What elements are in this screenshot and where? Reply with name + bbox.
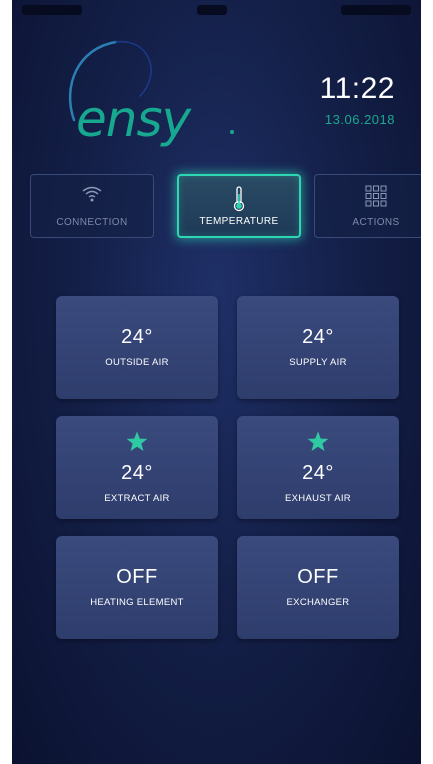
tile-label: OUTSIDE AIR	[105, 357, 169, 368]
status-right	[341, 4, 411, 18]
tile-value: OFF	[297, 566, 339, 588]
tile-extract-air[interactable]: 24° EXTRACT AIR	[56, 416, 218, 519]
tab-connection[interactable]: CONNECTION	[30, 174, 154, 238]
tile-heating-element[interactable]: OFF HEATING ELEMENT	[56, 536, 218, 639]
tab-bar: CONNECTION TEMPERATURE ACTIONS	[30, 174, 421, 240]
tab-label: TEMPERATURE	[199, 216, 279, 227]
clock-time: 11:22	[319, 72, 395, 105]
clock: 11:22 13.06.2018	[319, 72, 395, 128]
tab-label: CONNECTION	[56, 217, 128, 228]
thermometer-icon	[232, 186, 246, 217]
clock-date: 13.06.2018	[324, 112, 395, 127]
ensy-logo: ensy	[58, 38, 258, 158]
tile-supply-air[interactable]: 24° SUPPLY AIR	[237, 296, 399, 399]
app-screen: ensy 11:22 13.06.2018 CONNECTION TEMPERA…	[12, 0, 421, 764]
status-center	[196, 4, 227, 18]
tile-value: 24°	[302, 326, 334, 348]
tile-label: EXCHANGER	[286, 597, 350, 608]
tile-value: 24°	[121, 462, 153, 484]
tile-label: SUPPLY AIR	[289, 357, 347, 368]
tab-temperature[interactable]: TEMPERATURE	[177, 174, 301, 238]
tile-outside-air[interactable]: 24° OUTSIDE AIR	[56, 296, 218, 399]
tile-label: HEATING ELEMENT	[90, 597, 184, 608]
tile-value: 24°	[121, 326, 153, 348]
status-left	[22, 4, 82, 18]
tile-value: 24°	[302, 462, 334, 484]
logo-dot	[230, 130, 234, 134]
tile-exhaust-air[interactable]: 24° EXHAUST AIR	[237, 416, 399, 519]
wifi-icon	[81, 185, 103, 208]
star-icon	[307, 431, 329, 457]
tab-actions[interactable]: ACTIONS	[314, 174, 421, 238]
star-icon	[126, 431, 148, 457]
tile-exchanger[interactable]: OFF EXCHANGER	[237, 536, 399, 639]
status-bar	[12, 0, 421, 22]
logo-text: ensy	[76, 90, 191, 148]
tile-label: EXHAUST AIR	[285, 493, 351, 504]
tile-label: EXTRACT AIR	[104, 493, 170, 504]
grid-icon	[365, 185, 387, 212]
tab-label: ACTIONS	[352, 217, 400, 228]
tile-value: OFF	[116, 566, 158, 588]
